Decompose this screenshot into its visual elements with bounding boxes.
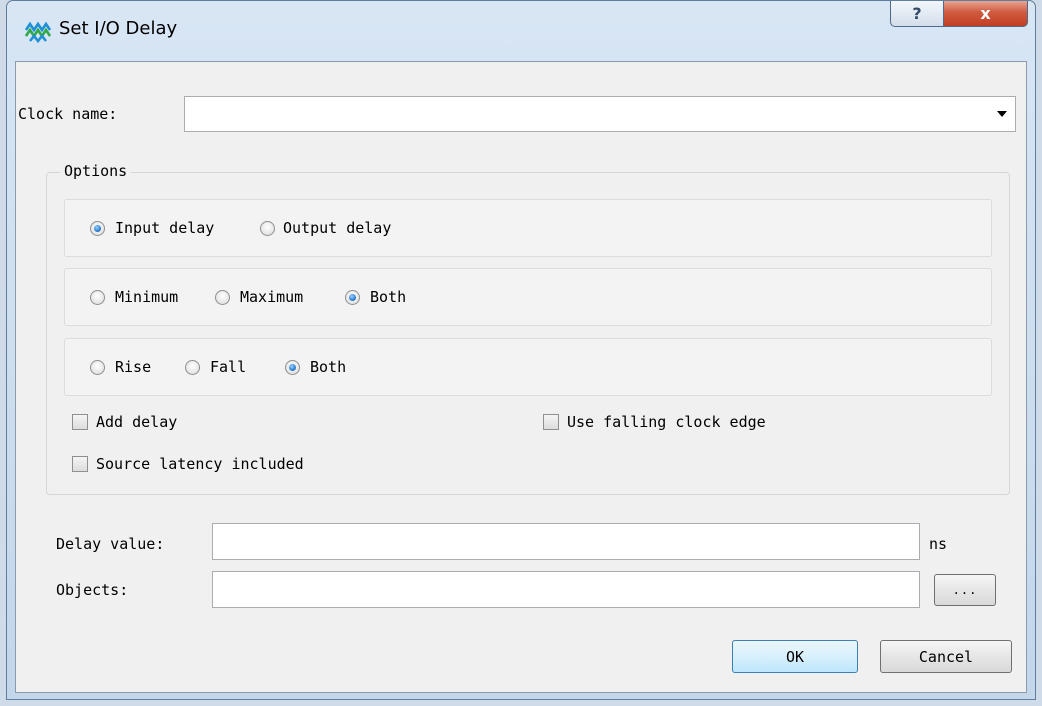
dialog-window: Set I/O Delay ? x Clock name: Options In… (6, 0, 1036, 700)
close-icon: x (980, 4, 991, 23)
maximum-label[interactable]: Maximum (240, 288, 303, 306)
rise-label[interactable]: Rise (115, 358, 151, 376)
clock-name-dropdown[interactable] (184, 96, 1016, 132)
browse-objects-label: ... (952, 583, 978, 597)
delay-unit-label: ns (929, 535, 948, 553)
cancel-button[interactable]: Cancel (880, 640, 1012, 673)
fall-radio[interactable] (185, 360, 200, 375)
source-latency-included-checkbox[interactable] (72, 456, 88, 472)
chevron-down-icon[interactable] (997, 111, 1007, 117)
output-delay-label[interactable]: Output delay (283, 219, 391, 237)
output-delay-radio[interactable] (260, 221, 275, 236)
edge-panel: Rise Fall Both (64, 338, 992, 396)
ok-label: OK (785, 647, 805, 666)
clock-name-label: Clock name: (18, 105, 118, 123)
edge-both-radio[interactable] (285, 360, 300, 375)
fall-label[interactable]: Fall (210, 358, 246, 376)
options-title: Options (60, 162, 132, 180)
ok-button[interactable]: OK (732, 640, 858, 673)
input-delay-label[interactable]: Input delay (115, 219, 214, 237)
direction-panel: Input delay Output delay (64, 199, 992, 257)
minimum-radio[interactable] (90, 290, 105, 305)
use-falling-clock-edge-checkbox[interactable] (543, 414, 559, 430)
app-logo-icon (25, 21, 51, 43)
use-falling-clock-edge-label[interactable]: Use falling clock edge (567, 413, 766, 431)
source-latency-included-label[interactable]: Source latency included (96, 455, 304, 473)
window-title: Set I/O Delay (59, 18, 178, 39)
input-delay-radio[interactable] (90, 221, 105, 236)
minmax-panel: Minimum Maximum Both (64, 268, 992, 326)
delay-value-input[interactable] (212, 523, 920, 560)
rise-radio[interactable] (90, 360, 105, 375)
objects-input[interactable] (212, 571, 920, 608)
title-bar[interactable]: Set I/O Delay ? x (7, 1, 1035, 61)
close-button[interactable]: x (943, 1, 1028, 27)
edge-both-label[interactable]: Both (310, 358, 346, 376)
add-delay-checkbox[interactable] (72, 414, 88, 430)
minmax-both-radio[interactable] (345, 290, 360, 305)
minmax-both-label[interactable]: Both (370, 288, 406, 306)
browse-objects-button[interactable]: ... (934, 574, 996, 606)
minimum-label[interactable]: Minimum (115, 288, 178, 306)
dialog-body: Clock name: Options Input delay Output d… (15, 61, 1027, 693)
help-button[interactable]: ? (890, 1, 944, 27)
help-icon: ? (912, 4, 922, 23)
objects-label: Objects: (56, 581, 129, 599)
maximum-radio[interactable] (215, 290, 230, 305)
add-delay-label[interactable]: Add delay (96, 413, 177, 431)
cancel-label: Cancel (918, 647, 974, 666)
delay-value-label: Delay value: (56, 535, 165, 553)
